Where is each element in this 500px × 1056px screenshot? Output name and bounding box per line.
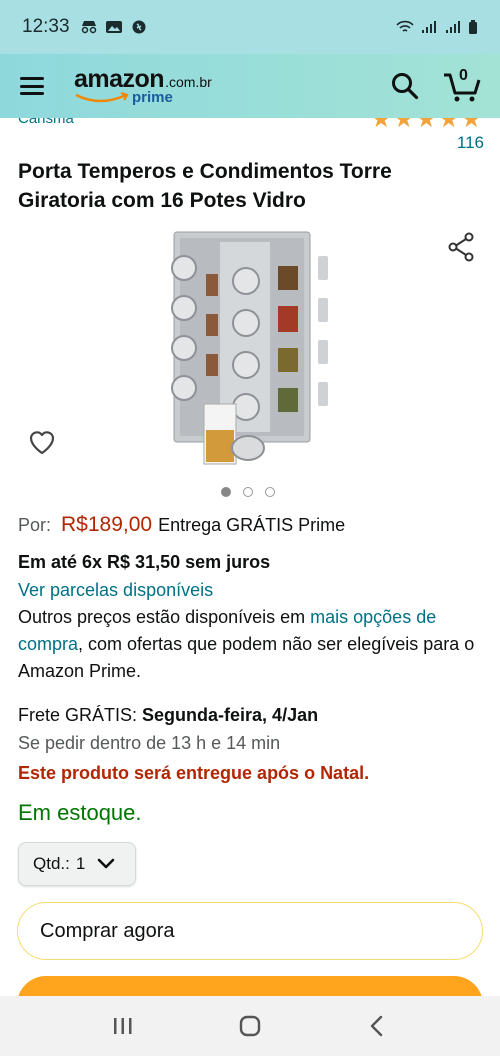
system-navigation-bar	[0, 996, 500, 1056]
qty-label: Qtd.:	[33, 854, 70, 873]
delivery-warning: Este produto será entregue após o Natal.	[18, 763, 370, 783]
quantity-select[interactable]: Qtd.: 1	[18, 842, 136, 886]
hamburger-line-icon	[20, 77, 44, 80]
shazam-icon	[132, 20, 146, 34]
share-icon[interactable]	[447, 232, 475, 262]
amazon-prime-logo[interactable]: amazon .com.br prime	[74, 67, 212, 106]
price-value: R$189,00	[61, 513, 153, 536]
logo-domain-text: .com.br	[165, 74, 212, 90]
smile-arrow-icon	[75, 91, 129, 102]
signal-icon-1	[422, 21, 436, 33]
battery-icon	[469, 20, 477, 34]
status-bar: 12:33	[0, 0, 500, 54]
status-time: 12:33	[22, 16, 70, 37]
qty-value: 1	[75, 854, 86, 873]
cart-button[interactable]: 0	[442, 67, 482, 103]
prime-delivery-text: Entrega GRÁTIS Prime	[158, 515, 346, 535]
buy-now-button[interactable]: Comprar agora	[17, 902, 483, 960]
heart-icon[interactable]	[27, 427, 57, 457]
product-title: Porta Temperos e Condimentos Torre Girat…	[18, 160, 392, 212]
carousel-dot-active[interactable]	[221, 487, 231, 497]
image-carousel-dots	[221, 487, 275, 497]
price-label: Por:	[18, 515, 52, 535]
back-button[interactable]	[362, 1011, 392, 1041]
carousel-dot[interactable]	[243, 487, 253, 497]
installments-text: Em até 6x R$ 31,50 sem juros	[18, 552, 271, 572]
see-installments-link[interactable]: Ver parcelas disponíveis	[18, 580, 213, 601]
hamburger-line-icon	[20, 84, 44, 88]
signal-icon-2	[446, 21, 460, 33]
app-header: amazon .com.br prime 0	[0, 54, 500, 118]
cart-count: 0	[459, 67, 468, 84]
incognito-icon	[81, 21, 96, 34]
recent-apps-button[interactable]	[108, 1011, 138, 1041]
stock-status: Em estoque.	[18, 800, 142, 825]
price-line: Por: R$189,00 Entrega GRÁTIS Prime	[18, 513, 345, 537]
carousel-dot[interactable]	[265, 487, 275, 497]
review-count-link[interactable]: 116	[457, 133, 484, 153]
menu-button[interactable]	[18, 74, 46, 98]
wifi-icon	[396, 20, 414, 32]
hamburger-line-icon	[20, 92, 44, 95]
free-shipping-text: Frete GRÁTIS: Segunda-feira, 4/Jan	[18, 705, 319, 725]
product-image[interactable]	[160, 226, 332, 474]
logo-prime-text: prime	[132, 89, 173, 106]
search-icon[interactable]	[390, 71, 420, 101]
chevron-down-icon	[98, 858, 115, 869]
gallery-icon	[105, 21, 122, 33]
back-icon	[370, 1015, 382, 1037]
other-prices-text: Outros preços estão disponíveis em mais …	[18, 607, 475, 681]
home-icon	[239, 1015, 261, 1037]
delivery-date: Segunda-feira, 4/Jan	[142, 705, 319, 725]
order-within-text: Se pedir dentro de 13 h e 14 min	[18, 733, 281, 753]
recent-apps-icon	[114, 1018, 132, 1034]
home-button[interactable]	[235, 1011, 265, 1041]
